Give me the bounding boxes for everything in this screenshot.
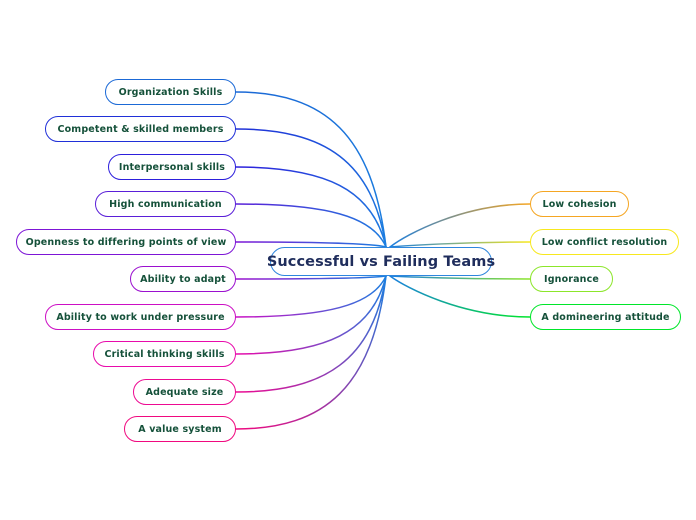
topic-node-label: Adequate size xyxy=(145,386,224,398)
topic-node[interactable]: Competent & skilled members xyxy=(45,116,236,142)
connector-curve xyxy=(235,166,387,248)
topic-node-label: Competent & skilled members xyxy=(57,123,224,135)
topic-node[interactable]: Ability to adapt xyxy=(130,266,236,292)
connector-curve xyxy=(389,275,531,280)
topic-node-label: Ability to work under pressure xyxy=(56,311,225,323)
connector-curve xyxy=(389,275,531,318)
connector-curve xyxy=(235,275,387,355)
mindmap-canvas: Organization Skills Competent & skilled m… xyxy=(0,0,696,520)
topic-node-label: A value system xyxy=(138,423,222,435)
topic-node-label: Organization Skills xyxy=(118,86,223,98)
connector-curve xyxy=(235,203,387,248)
topic-node[interactable]: A value system xyxy=(124,416,236,442)
topic-node-label: A domineering attitude xyxy=(541,311,670,323)
topic-node-label: Ability to adapt xyxy=(140,273,226,285)
topic-node[interactable]: Interpersonal skills xyxy=(108,154,236,180)
topic-node-label: Interpersonal skills xyxy=(118,161,226,173)
central-topic-label: Successful vs Failing Teams xyxy=(266,253,496,270)
connector-curve xyxy=(235,275,387,393)
topic-node[interactable]: Openness to differing points of view xyxy=(16,229,236,255)
topic-node-label: Ignorance xyxy=(544,273,599,285)
topic-node[interactable]: Low cohesion xyxy=(530,191,629,217)
topic-node-label: Low cohesion xyxy=(542,198,617,210)
connector-curve xyxy=(235,128,387,248)
topic-node[interactable]: Low conflict resolution xyxy=(530,229,679,255)
connector-curve xyxy=(389,203,531,248)
topic-node[interactable]: Adequate size xyxy=(133,379,236,405)
connector-curve xyxy=(235,275,387,318)
central-topic-node[interactable]: Successful vs Failing Teams xyxy=(266,247,496,276)
topic-node[interactable]: High communication xyxy=(95,191,236,217)
topic-node[interactable]: Ability to work under pressure xyxy=(45,304,236,330)
topic-node-label: Critical thinking skills xyxy=(104,348,225,360)
topic-node-label: High communication xyxy=(109,198,222,210)
topic-node-label: Openness to differing points of view xyxy=(25,236,227,248)
topic-node[interactable]: Organization Skills xyxy=(105,79,236,105)
topic-node-label: Low conflict resolution xyxy=(541,236,668,248)
topic-node[interactable]: Ignorance xyxy=(530,266,613,292)
connector-curve xyxy=(235,275,387,280)
topic-node[interactable]: Critical thinking skills xyxy=(93,341,236,367)
topic-node[interactable]: A domineering attitude xyxy=(530,304,681,330)
